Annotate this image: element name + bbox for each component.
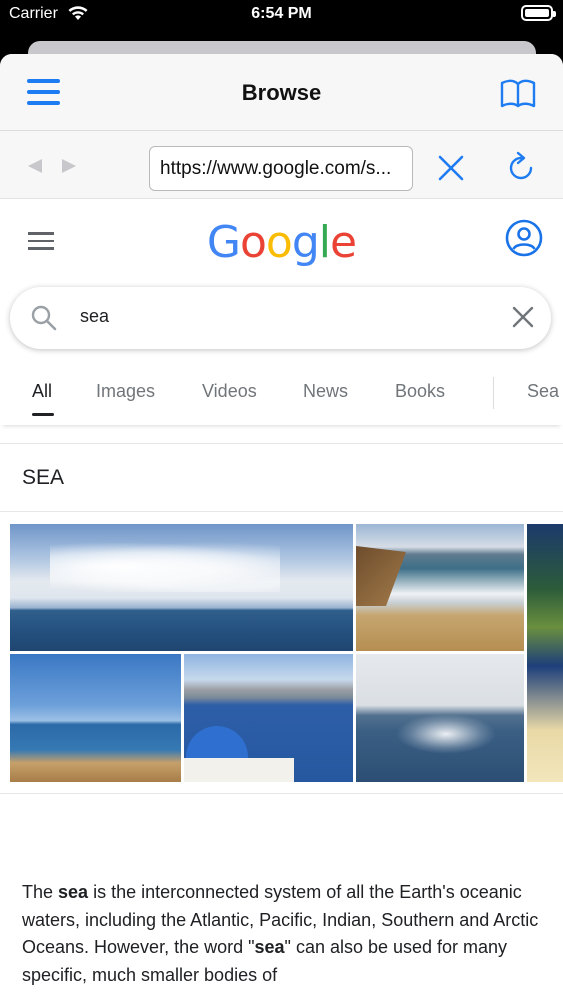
page-title: Browse <box>241 80 322 105</box>
tab-videos[interactable]: Videos <box>202 381 257 402</box>
sea-image[interactable] <box>527 524 563 782</box>
search-icon <box>31 305 57 331</box>
image-grid <box>10 524 563 782</box>
forward-arrow-icon[interactable] <box>62 159 76 173</box>
google-results-page: Google sea All Images Videos News Books … <box>0 199 563 1000</box>
clear-search-icon[interactable] <box>510 304 536 330</box>
browser-sheet: Browse https://www.google.com/s... Googl… <box>0 54 563 1000</box>
google-logo[interactable]: Google <box>0 217 563 268</box>
navigation-bar: Browse <box>0 54 563 131</box>
tab-all[interactable]: All <box>32 381 52 402</box>
back-arrow-icon[interactable] <box>28 159 42 173</box>
clock: 6:54 PM <box>251 5 312 22</box>
tab-books[interactable]: Books <box>395 381 445 402</box>
sea-image[interactable] <box>356 654 524 782</box>
status-bar: Carrier 6:54 PM <box>0 0 563 30</box>
url-field[interactable]: https://www.google.com/s... <box>149 146 413 191</box>
sea-image[interactable] <box>356 524 524 651</box>
sea-image[interactable] <box>10 654 181 782</box>
tab-sea[interactable]: Sea <box>527 381 559 402</box>
divider <box>0 793 563 794</box>
active-tab-indicator <box>32 413 54 416</box>
search-query[interactable]: sea <box>80 306 109 327</box>
reload-icon[interactable] <box>504 151 538 185</box>
bookmarks-icon[interactable] <box>500 78 536 110</box>
tabs-divider <box>493 377 494 409</box>
divider <box>0 443 563 444</box>
topic-description: The sea is the interconnected system of … <box>22 882 539 985</box>
tab-images[interactable]: Images <box>96 381 155 402</box>
sea-image[interactable] <box>10 524 353 651</box>
search-box[interactable]: sea <box>10 287 551 349</box>
url-toolbar: https://www.google.com/s... <box>0 131 563 199</box>
stop-icon[interactable] <box>436 153 466 183</box>
knowledge-panel-title: SEA <box>22 466 65 489</box>
tab-news[interactable]: News <box>303 381 348 402</box>
account-icon[interactable] <box>505 219 543 257</box>
battery-icon <box>521 5 556 21</box>
sea-image[interactable] <box>184 654 353 782</box>
search-tabs: All Images Videos News Books Sea <box>0 367 563 425</box>
divider <box>0 511 563 512</box>
